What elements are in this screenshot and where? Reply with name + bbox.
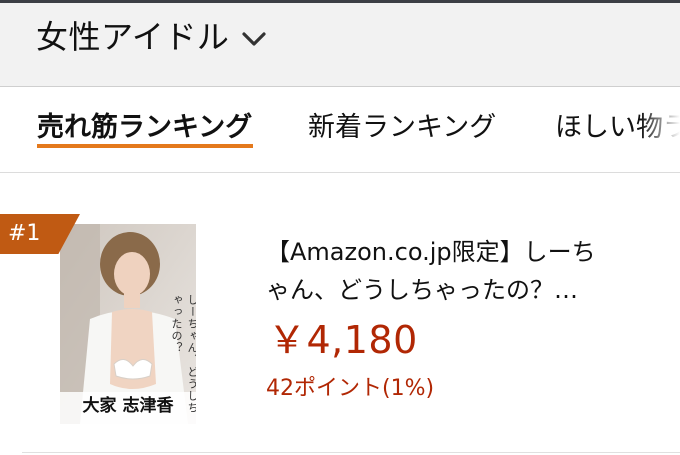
tab-best-sellers[interactable]: 売れ筋ランキング <box>37 110 252 146</box>
product-title-line-2: ゃん、どうしちゃったの？… <box>266 276 578 304</box>
product-image[interactable]: しーちゃん、どうしちゃったの？ 大家 志津香 <box>60 224 196 424</box>
product-item[interactable]: #1 しーちゃん、どうしちゃったの？ 大家 志津香 【Amazon.co.jp限… <box>0 174 680 455</box>
tab-new-releases[interactable]: 新着ランキング <box>308 110 496 146</box>
category-title[interactable]: 女性アイドル <box>36 17 229 57</box>
product-points: 42ポイント(1%) <box>266 376 435 401</box>
active-tab-indicator <box>37 144 253 148</box>
app-screen: 女性アイドル 売れ筋ランキング 新着ランキング ほしい物ラ #1 しーちゃん、ど… <box>0 0 680 455</box>
product-price: ￥4,180 <box>268 318 418 362</box>
tab-wishlist-ranking[interactable]: ほしい物ラ <box>555 110 680 146</box>
category-header[interactable]: 女性アイドル <box>0 3 680 87</box>
cover-name: 大家 志津香 <box>82 396 174 416</box>
product-title-line-1: 【Amazon.co.jp限定】しーち <box>266 238 596 266</box>
product-title[interactable]: 【Amazon.co.jp限定】しーち ゃん、どうしちゃったの？… <box>266 233 656 309</box>
item-divider <box>22 452 680 453</box>
chevron-down-icon[interactable] <box>240 29 268 49</box>
ranking-tabs: 売れ筋ランキング 新着ランキング ほしい物ラ <box>0 88 680 173</box>
